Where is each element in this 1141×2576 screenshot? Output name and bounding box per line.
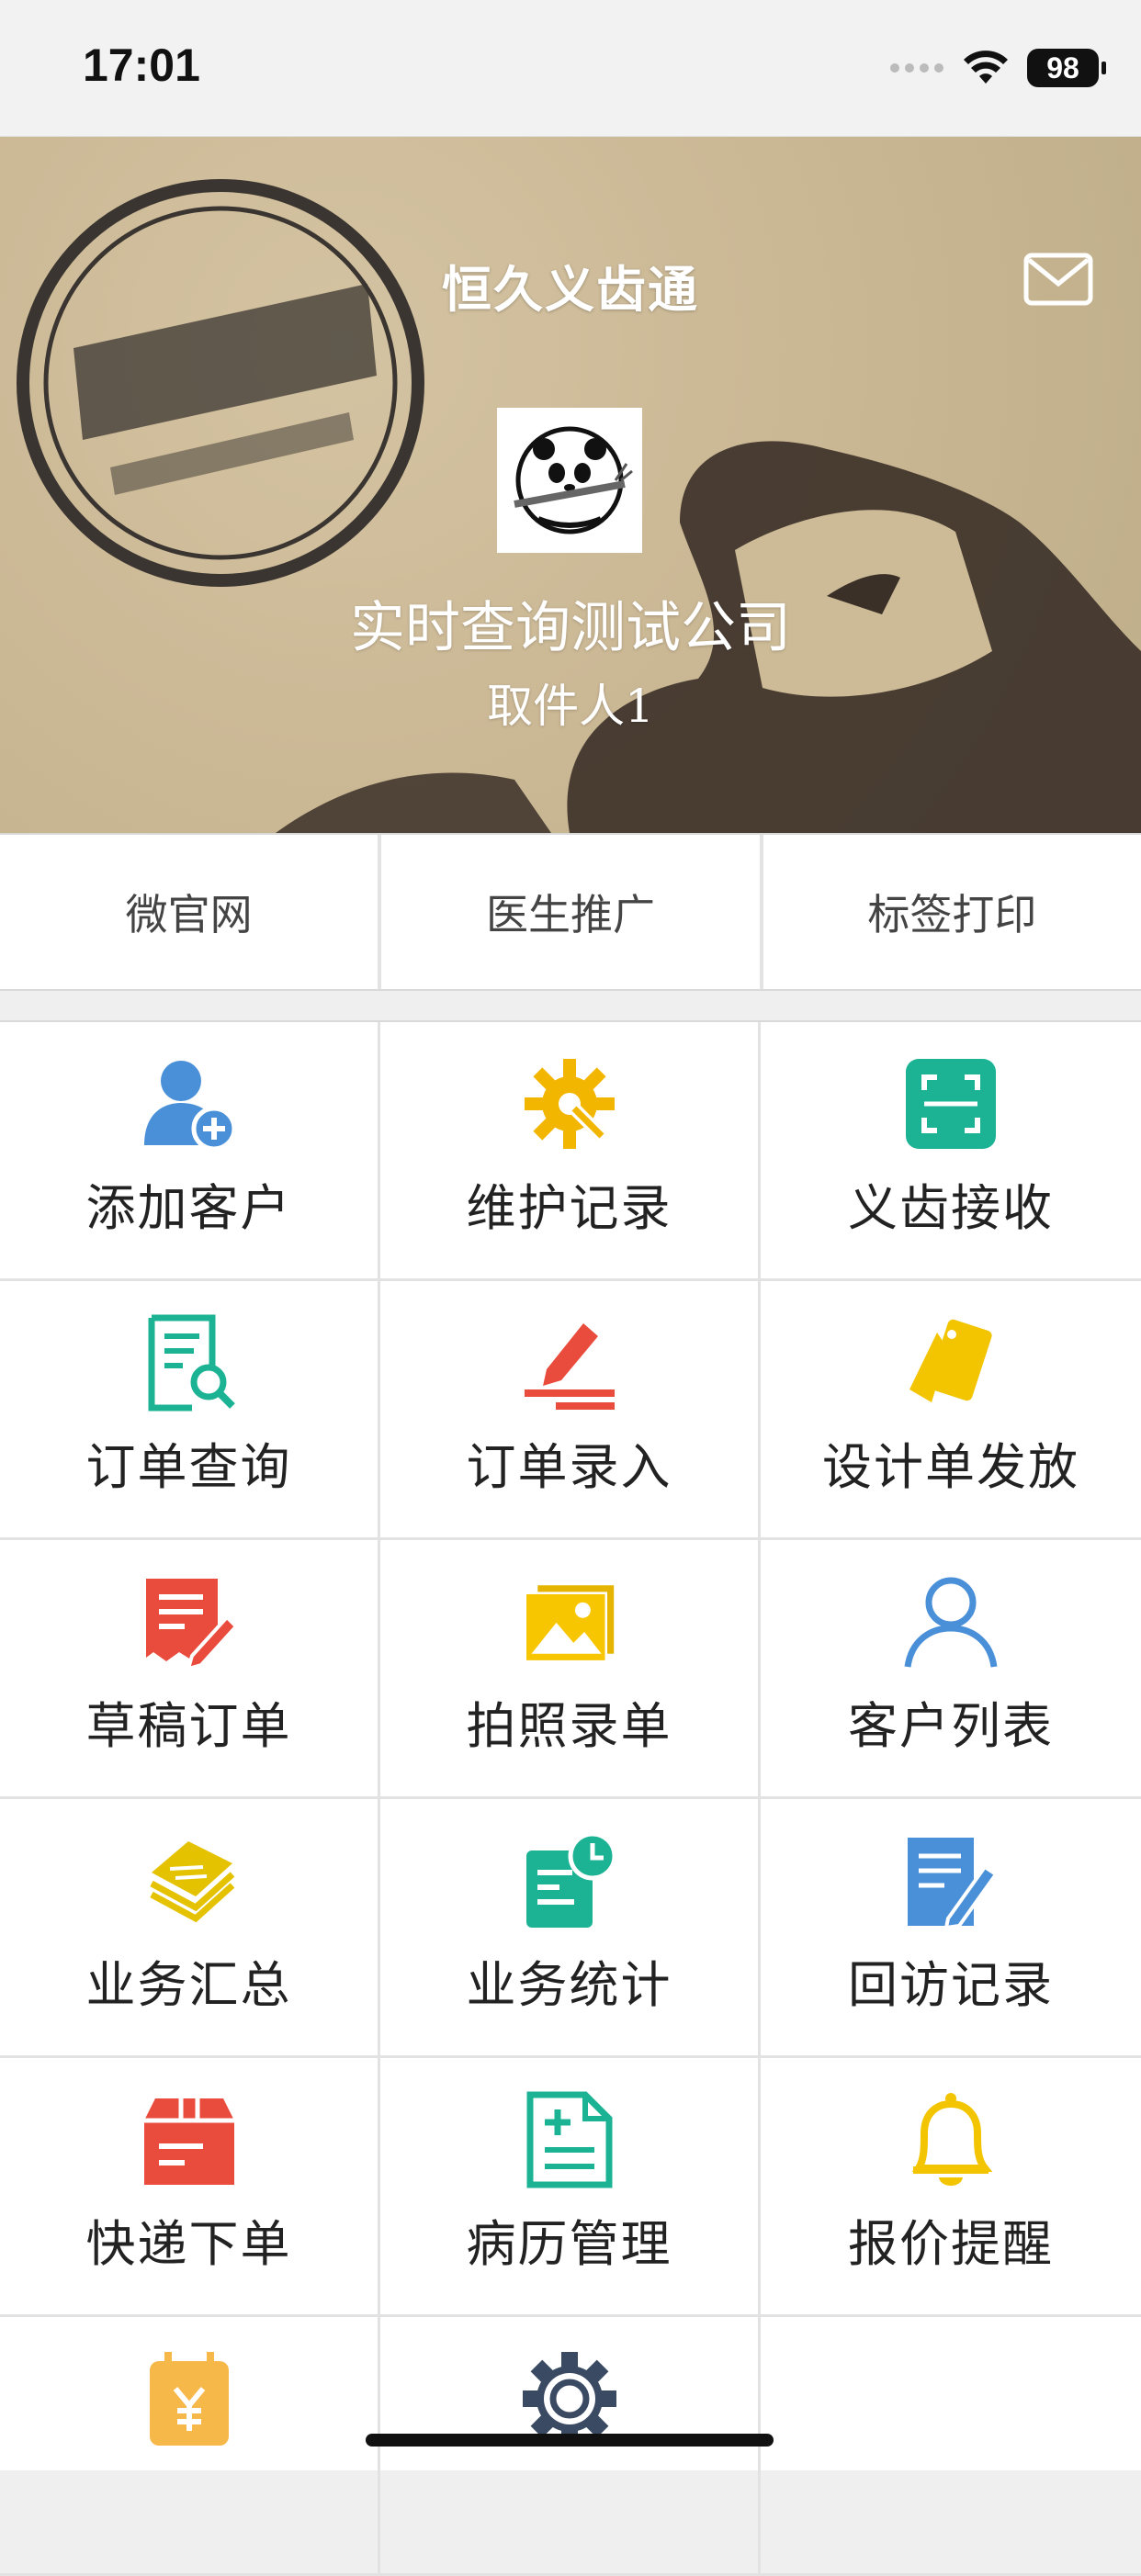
grid-item-label: 草稿订单 bbox=[85, 1697, 292, 1755]
quick-links: 微官网 医生推广 标签打印 bbox=[0, 833, 1141, 991]
quick-link-label-print[interactable]: 标签打印 bbox=[763, 835, 1141, 989]
grid-item-add-customer[interactable]: 添加客户 bbox=[0, 1022, 380, 1281]
grid-item-draft-order[interactable]: 草稿订单 bbox=[0, 1540, 380, 1799]
yen-calendar-icon bbox=[149, 2352, 229, 2446]
quick-link-doctor-promotion[interactable]: 医生推广 bbox=[381, 835, 763, 989]
grid-item-label: 拍照录单 bbox=[466, 1697, 672, 1755]
mail-icon[interactable] bbox=[1023, 253, 1093, 306]
grid-item-order-query[interactable]: 订单查询 bbox=[0, 1281, 380, 1540]
grid-item-denture-receive[interactable]: 义齿接收 bbox=[761, 1022, 1141, 1281]
grid-item-express-order[interactable]: 快递下单 bbox=[0, 2058, 380, 2317]
company-name: 实时查询测试公司 bbox=[350, 596, 791, 660]
home-indicator[interactable] bbox=[366, 2434, 774, 2447]
add-user-icon bbox=[143, 1061, 236, 1152]
grid-item-follow-up-record[interactable]: 回访记录 bbox=[761, 1799, 1141, 2058]
grid-item-label: 维护记录 bbox=[466, 1179, 672, 1237]
document-search-icon bbox=[148, 1314, 235, 1412]
user-name: 取件人1 bbox=[487, 680, 654, 733]
gear-wrench-icon bbox=[524, 1059, 615, 1149]
grid-item-photo-entry[interactable]: 拍照录单 bbox=[380, 1540, 761, 1799]
pencil-icon bbox=[524, 1323, 615, 1410]
signal-icon bbox=[890, 63, 943, 73]
grid-item-settings[interactable] bbox=[380, 2317, 761, 2576]
photo-icon bbox=[524, 1585, 614, 1663]
quick-link-micro-site[interactable]: 微官网 bbox=[0, 835, 382, 989]
grid-item-design-order-dispatch[interactable]: 设计单发放 bbox=[761, 1281, 1141, 1540]
grid-item-order-entry[interactable]: 订单录入 bbox=[380, 1281, 761, 1540]
grid-item-label: 快递下单 bbox=[85, 2215, 292, 2273]
profile-header: 恒久义齿通 实时查询测试公司 取件人1 bbox=[0, 137, 1141, 833]
status-icons: 98 bbox=[889, 42, 1106, 94]
grid-item-label: 报价提醒 bbox=[848, 2215, 1054, 2273]
draft-edit-icon bbox=[145, 1579, 239, 1671]
grid-item-quote-reminder[interactable]: 报价提醒 bbox=[761, 2058, 1141, 2317]
grid-item-label: 业务统计 bbox=[466, 1956, 672, 2014]
grid-item-label: 义齿接收 bbox=[848, 1179, 1054, 1237]
grid-item-label: 客户列表 bbox=[848, 1697, 1054, 1755]
grid-item-medical-record-management[interactable]: 病历管理 bbox=[380, 2058, 761, 2317]
stack-icon bbox=[149, 1841, 234, 1923]
scan-icon bbox=[906, 1059, 996, 1149]
note-edit-icon bbox=[908, 1838, 999, 1930]
grid-item-business-statistics[interactable]: 业务统计 bbox=[380, 1799, 761, 2058]
grid-item-label: 添加客户 bbox=[85, 1179, 292, 1237]
grid-item-billing[interactable] bbox=[0, 2317, 380, 2576]
person-icon bbox=[904, 1577, 998, 1668]
tag-icon bbox=[909, 1319, 992, 1402]
grid-item-maintenance-record[interactable]: 维护记录 bbox=[380, 1022, 761, 1281]
panda-logo-icon bbox=[514, 426, 633, 534]
battery-indicator: 98 bbox=[1027, 49, 1106, 87]
grid-item-business-summary[interactable]: 业务汇总 bbox=[0, 1799, 380, 2058]
grid-item-label: 业务汇总 bbox=[85, 1956, 292, 2014]
grid-item-label: 订单查询 bbox=[85, 1438, 292, 1496]
wifi-icon bbox=[964, 51, 1008, 84]
status-time: 17:01 bbox=[83, 39, 200, 91]
grid-item-label: 设计单发放 bbox=[822, 1438, 1079, 1496]
stats-clock-icon bbox=[525, 1831, 616, 1928]
app-title: 恒久义齿通 bbox=[442, 261, 699, 319]
company-logo bbox=[497, 408, 642, 553]
package-icon bbox=[143, 2098, 234, 2185]
grid-item-label: 病历管理 bbox=[466, 2215, 672, 2273]
function-grid: 添加客户 维护记录 义齿接收 订单查询 订单录入 设计单发放 草稿订单 拍照录单… bbox=[0, 1020, 1141, 2576]
bell-icon bbox=[911, 2093, 993, 2186]
grid-item-empty bbox=[761, 2317, 1141, 2576]
medical-record-icon bbox=[526, 2091, 612, 2188]
grid-item-label: 订单录入 bbox=[466, 1438, 672, 1496]
grid-item-customer-list[interactable]: 客户列表 bbox=[761, 1540, 1141, 1799]
grid-item-label: 回访记录 bbox=[848, 1956, 1054, 2014]
status-bar: 17:01 98 bbox=[0, 0, 1141, 137]
